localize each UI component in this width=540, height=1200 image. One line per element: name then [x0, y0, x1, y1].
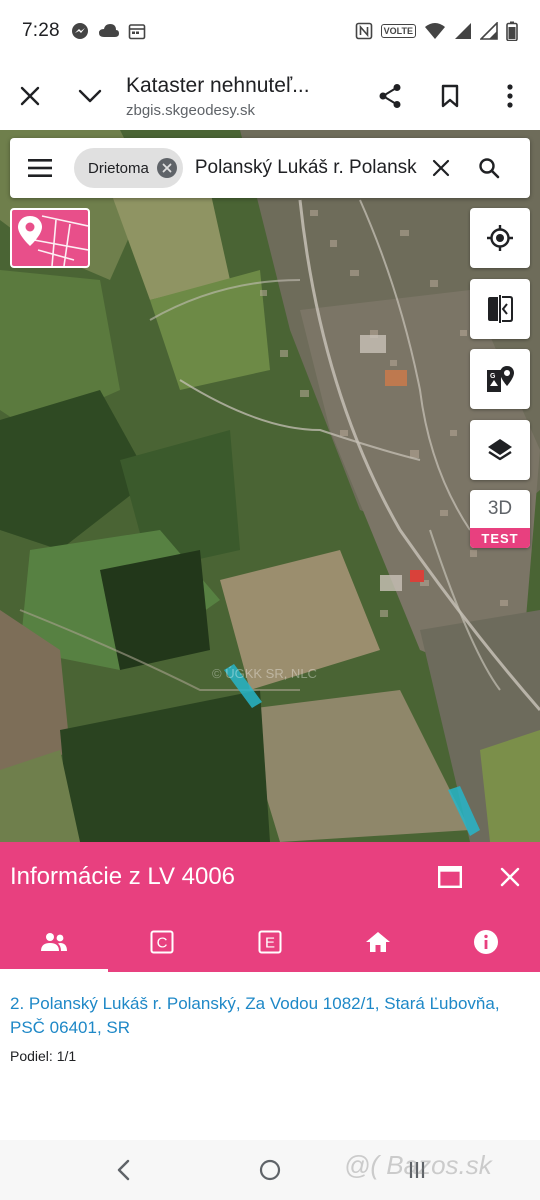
- battery-icon: [506, 21, 518, 41]
- menu-button[interactable]: [10, 138, 70, 198]
- compare-button[interactable]: [470, 279, 530, 339]
- location-chip[interactable]: Drietoma: [74, 148, 183, 188]
- share-button[interactable]: [360, 62, 420, 130]
- info-icon: [474, 930, 498, 954]
- chevron-down-icon: [78, 89, 102, 103]
- search-input[interactable]: Polanský Lukáš r. Polansk: [195, 157, 417, 179]
- chip-remove-button[interactable]: [156, 158, 177, 178]
- owner-link[interactable]: 2. Polanský Lukáš r. Polanský, Za Vodou …: [10, 992, 530, 1040]
- ownership-share: Podiel: 1/1: [10, 1048, 77, 1064]
- svg-text:C: C: [157, 935, 168, 952]
- close-panel-button[interactable]: [480, 842, 540, 912]
- page-title-area: Kataster nehnuteľ... zbgis.skgeodesy.sk: [120, 74, 360, 119]
- people-icon: [41, 933, 67, 951]
- e-icon: E: [258, 930, 282, 954]
- nfc-icon: [355, 22, 373, 40]
- tab-buildings[interactable]: [324, 912, 432, 972]
- 3d-test-button[interactable]: 3D TEST: [470, 490, 530, 548]
- svg-text:G: G: [490, 373, 496, 380]
- nav-home-button[interactable]: [248, 1140, 292, 1200]
- parcel-map-icon: [18, 215, 88, 266]
- 3d-label: 3D: [487, 498, 513, 519]
- close-tab-button[interactable]: [0, 62, 60, 130]
- wifi-icon: [424, 22, 446, 40]
- maximize-panel-button[interactable]: [420, 842, 480, 912]
- overflow-menu-button[interactable]: [480, 62, 540, 130]
- status-bar: 7:28 VOLTE: [0, 0, 540, 62]
- home-circle-icon: [259, 1159, 281, 1181]
- crosshair-location-icon: [487, 225, 513, 251]
- close-icon: [20, 86, 40, 106]
- test-badge: TEST: [470, 528, 530, 548]
- status-time: 7:28: [22, 20, 60, 41]
- share-icon: [379, 84, 401, 108]
- clear-search-button[interactable]: [417, 138, 465, 198]
- bazos-watermark: @( Bazos.sk: [344, 1150, 492, 1180]
- my-location-button[interactable]: [470, 208, 530, 268]
- panel-title: Informácie z LV 4006: [10, 863, 236, 890]
- browser-toolbar: Kataster nehnuteľ... zbgis.skgeodesy.sk: [0, 62, 540, 130]
- hamburger-icon: [28, 159, 52, 177]
- tab-parcels-c[interactable]: C: [108, 912, 216, 972]
- map-pin-icon: G: [487, 366, 514, 392]
- minimize-button[interactable]: [60, 62, 120, 130]
- c-icon: C: [150, 930, 174, 954]
- calendar-icon: [128, 22, 146, 40]
- bookmark-icon: [441, 84, 459, 108]
- close-icon: [432, 159, 449, 177]
- info-panel-content: 2. Polanský Lukáš r. Polanský, Za Vodou …: [0, 972, 540, 1140]
- bookmark-button[interactable]: [420, 62, 480, 130]
- close-icon: [162, 163, 172, 173]
- search-icon: [479, 158, 500, 179]
- map-search-button[interactable]: G: [470, 349, 530, 409]
- close-icon: [500, 867, 520, 887]
- cloud-icon: [98, 23, 120, 39]
- search-button[interactable]: [465, 138, 513, 198]
- nav-back-button[interactable]: [100, 1140, 146, 1200]
- info-panel-header: Informácie z LV 4006: [0, 842, 540, 912]
- signal-icon-2: [480, 22, 498, 40]
- tab-parcels-e[interactable]: E: [216, 912, 324, 972]
- tab-info[interactable]: [432, 912, 540, 972]
- volte-badge: VOLTE: [380, 24, 416, 38]
- messenger-icon: [70, 21, 90, 41]
- info-tabs: C E: [0, 912, 540, 972]
- map-watermark: © ÚGKK SR, NLC: [212, 666, 317, 681]
- signal-icon: [454, 22, 472, 40]
- location-chip-label: Drietoma: [88, 159, 149, 177]
- cadastre-layer-thumbnail[interactable]: [10, 208, 90, 268]
- more-vert-icon: [507, 84, 513, 108]
- layers-icon: [488, 439, 512, 461]
- home-icon: [366, 932, 390, 952]
- svg-text:E: E: [265, 935, 275, 952]
- page-title: Kataster nehnuteľ...: [126, 73, 310, 97]
- map-search-bar: Drietoma Polanský Lukáš r. Polansk: [10, 138, 530, 198]
- maximize-icon: [438, 866, 462, 888]
- layers-button[interactable]: [470, 420, 530, 480]
- back-icon: [117, 1159, 130, 1181]
- tab-owners[interactable]: [0, 912, 108, 972]
- page-url: zbgis.skgeodesy.sk: [126, 101, 255, 119]
- compare-icon: [488, 295, 513, 323]
